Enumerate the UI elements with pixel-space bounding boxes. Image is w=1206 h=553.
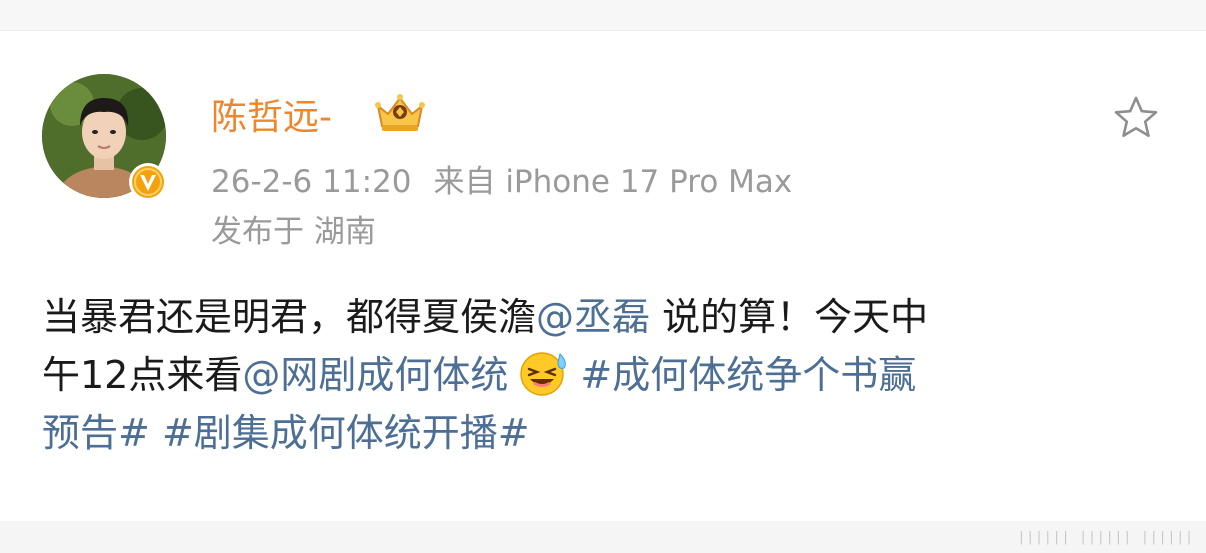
post-body-line-3: 预告# #剧集成何体统开播# [42,404,1172,462]
post-location: 发布于 湖南 [211,214,376,250]
post-body-line-1: 当暴君还是明君，都得夏侯澹@丞磊 说的算！今天中 [42,288,1172,346]
verified-badge-icon [129,163,167,201]
post-source: 来自 iPhone 17 Pro Max [433,164,793,200]
mention-link[interactable]: @网剧成何体统 [242,353,508,397]
crown-icon[interactable] [372,92,428,134]
post-meta: 26-2-6 11:20 来自 iPhone 17 Pro Max [211,156,792,201]
hashtag-link[interactable]: #剧集成何体统开播# [162,411,530,455]
post-text: 说的算！今天中 [650,295,929,339]
laughing-emoji-icon [520,352,567,396]
post-timestamp[interactable]: 26-2-6 11:20 [211,164,411,200]
post-body: 当暴君还是明君，都得夏侯澹@丞磊 说的算！今天中 午12点来看@网剧成何体统 #… [42,288,1172,462]
watermark-pattern: |||||| |||||| |||||| [1017,530,1194,545]
post-body-line-2: 午12点来看@网剧成何体统 #成何体统争个书赢 [42,346,1172,404]
post-text: 午12点来看 [42,353,243,397]
star-icon[interactable] [1110,92,1162,144]
hashtag-link[interactable]: #成何体统争个书赢 [580,353,916,397]
mention-link[interactable]: @丞磊 [536,295,650,339]
post-text: 当暴君还是明君，都得夏侯澹 [42,295,537,339]
top-strip [0,0,1206,31]
hashtag-link[interactable]: 预告# [42,411,150,455]
username[interactable]: 陈哲远- [211,88,332,140]
